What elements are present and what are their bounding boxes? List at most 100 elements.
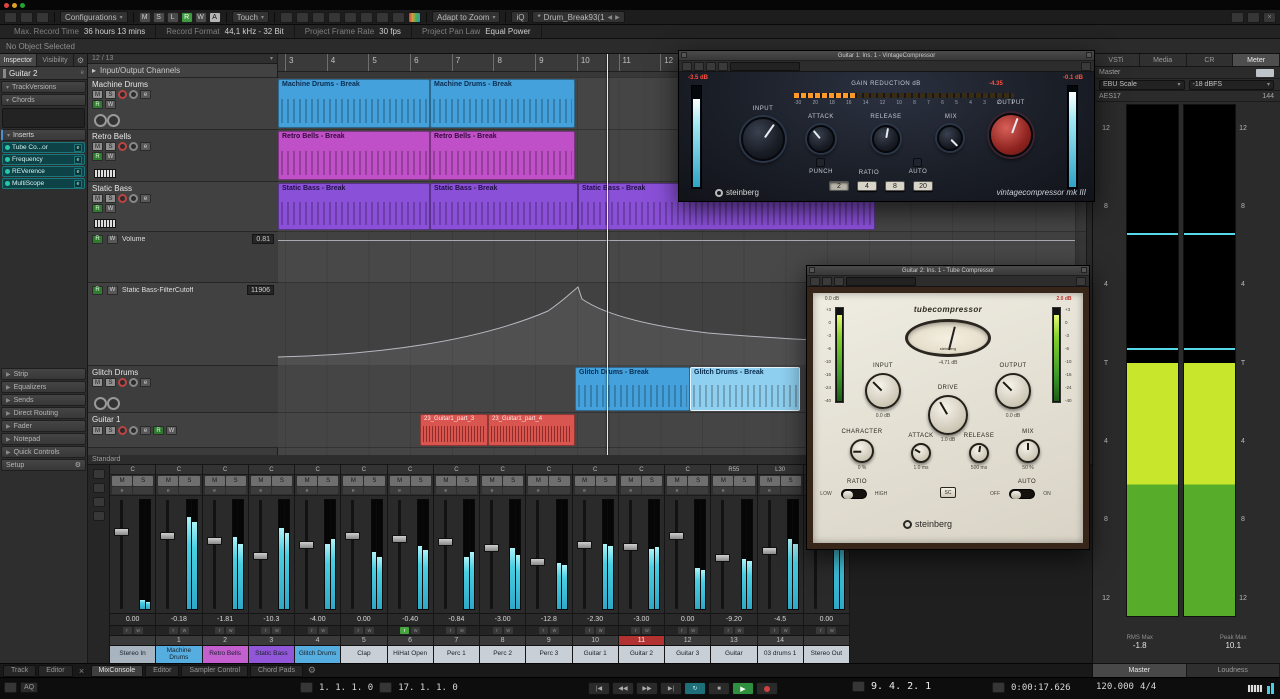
solo-button[interactable]: S xyxy=(271,476,292,486)
insert-edit-icon[interactable]: e xyxy=(74,143,82,152)
channel-level-value[interactable]: -3.00 xyxy=(618,613,664,625)
insert-power-icon[interactable] xyxy=(5,181,10,186)
read-automation-button[interactable]: R xyxy=(92,285,103,295)
channel-option-button[interactable] xyxy=(456,487,477,494)
mixer-channel-strip[interactable]: C M S e -0.84 r w 7 Perc 1 xyxy=(433,465,480,663)
midi-clip[interactable]: Retro Bells - Break xyxy=(430,131,575,180)
preset-slot[interactable] xyxy=(846,276,916,286)
edit-channel-button[interactable]: e xyxy=(528,487,549,494)
undo-icon[interactable] xyxy=(20,11,33,23)
solo-button[interactable]: S xyxy=(456,476,477,486)
channel-option-button[interactable] xyxy=(734,487,755,494)
edit-channel-button[interactable]: e xyxy=(204,487,225,494)
workspace-grid-icon[interactable] xyxy=(1247,11,1260,23)
insert-power-icon[interactable] xyxy=(5,157,10,162)
automation-row-filtercutoff[interactable]: R W Static Bass-FilterCutoff 11906 xyxy=(88,283,278,366)
write-automation-button[interactable]: W xyxy=(105,100,116,109)
mute-button[interactable]: M xyxy=(112,476,133,486)
mute-button[interactable]: M xyxy=(250,476,271,486)
redo-icon[interactable] xyxy=(36,11,49,23)
channel-level-value[interactable]: -0.18 xyxy=(156,613,202,625)
state-button[interactable]: R xyxy=(180,11,193,23)
write-automation-button[interactable]: w xyxy=(179,627,189,634)
write-automation-button[interactable]: w xyxy=(318,627,328,634)
object-selection-tool-icon[interactable] xyxy=(279,11,293,23)
color-menu-icon[interactable] xyxy=(407,11,421,23)
ratio-button[interactable]: 4 xyxy=(857,181,877,191)
input-knob[interactable] xyxy=(741,117,785,161)
fader-handle[interactable] xyxy=(391,534,407,543)
channel-name[interactable]: Stereo Out xyxy=(803,645,849,663)
audio-clip[interactable]: 23_Guitar1_part_3 xyxy=(420,414,488,446)
tab-inspector[interactable]: Inspector xyxy=(0,54,37,66)
read-automation-button[interactable]: r xyxy=(122,627,132,634)
inspector-section[interactable]: ▶ Sends xyxy=(1,394,86,406)
channel-option-button[interactable] xyxy=(410,487,431,494)
pan-control[interactable]: C xyxy=(248,465,294,475)
solo-button[interactable]: S xyxy=(105,426,116,435)
channel-level-value[interactable]: -4.00 xyxy=(295,613,341,625)
pan-control[interactable]: C xyxy=(387,465,433,475)
input-knob[interactable] xyxy=(865,373,901,409)
mute-button[interactable]: M xyxy=(343,476,364,486)
midi-clip[interactable]: Retro Bells - Break xyxy=(278,131,430,180)
selected-track-row[interactable]: Guitar 2 e xyxy=(0,67,87,80)
vintagecompressor-window[interactable]: Guitar 1: Ins. 1 - VintageCompressor -3.… xyxy=(678,50,1095,202)
solo-button[interactable]: S xyxy=(105,194,116,203)
channel-level-value[interactable]: -3.00 xyxy=(480,613,526,625)
mixer-channel-strip[interactable]: C M S e -2.30 r w 10 Guitar 1 xyxy=(572,465,619,663)
channel-name[interactable]: Guitar 1 xyxy=(572,645,618,663)
write-automation-button[interactable]: w xyxy=(642,627,652,634)
track-row-glitch-drums[interactable]: Glitch Drums M S e xyxy=(88,366,278,413)
inspector-section[interactable]: ▶ Fader xyxy=(1,420,86,432)
channel-option-button[interactable] xyxy=(780,487,801,494)
mixer-channel-strip[interactable]: C M S e 0.00 r w S xyxy=(110,465,157,663)
ratio-button[interactable]: 2 xyxy=(829,181,849,191)
pan-control[interactable]: C xyxy=(156,465,202,475)
punch-in-icon[interactable] xyxy=(300,682,313,693)
mixer-channel-strip[interactable]: C M S e -10.3 r w 3 Static Bass xyxy=(248,465,295,663)
insert-edit-icon[interactable]: e xyxy=(74,179,82,188)
mute-button[interactable]: M xyxy=(158,476,179,486)
edit-channel-button[interactable]: e xyxy=(140,426,151,435)
write-automation-button[interactable]: W xyxy=(107,234,118,244)
edit-channel-button[interactable]: e xyxy=(250,487,271,494)
write-automation-button[interactable]: w xyxy=(688,627,698,634)
inspector-section[interactable]: ▶ Quick Controls xyxy=(1,446,86,458)
solo-button[interactable]: S xyxy=(503,476,524,486)
automation-row-volume[interactable]: R W Volume 0.81 xyxy=(88,232,278,283)
plugin-settings-icon[interactable] xyxy=(1076,276,1086,286)
mute-button[interactable]: M xyxy=(92,426,103,435)
record-arm-button[interactable] xyxy=(118,90,127,99)
write-automation-button[interactable]: W xyxy=(166,426,177,435)
edit-channel-button[interactable]: e xyxy=(389,487,410,494)
channel-level-value[interactable]: 0.00 xyxy=(110,613,156,625)
mixer-channel-strip[interactable]: C M S e -3.00 r w 8 Perc 2 xyxy=(480,465,527,663)
punch-out-icon[interactable] xyxy=(379,682,393,693)
channel-level-value[interactable]: -10.3 xyxy=(248,613,294,625)
plugin-menu-icon[interactable] xyxy=(1081,267,1087,273)
write-icon[interactable] xyxy=(706,61,716,71)
monitor-button[interactable] xyxy=(129,426,138,435)
position-display[interactable]: 9. 4. 2. 1 xyxy=(871,681,931,692)
mute-button[interactable]: M xyxy=(713,476,734,486)
state-button[interactable]: L xyxy=(166,11,179,23)
playhead-cursor[interactable] xyxy=(607,54,608,455)
pan-control[interactable]: C xyxy=(202,465,248,475)
plugin-menu-icon[interactable] xyxy=(1086,52,1092,58)
edit-channel-button[interactable]: e xyxy=(482,487,503,494)
stop-button[interactable]: ■ xyxy=(708,682,730,695)
solo-button[interactable]: S xyxy=(179,476,200,486)
record-arm-button[interactable] xyxy=(118,142,127,151)
read-automation-button[interactable]: r xyxy=(723,627,733,634)
insert-slot[interactable]: Tube Co...or e xyxy=(2,142,85,153)
channel-level-value[interactable]: 0.00 xyxy=(341,613,387,625)
channel-name[interactable]: Clap xyxy=(341,645,387,663)
monitor-button[interactable] xyxy=(129,194,138,203)
insert-slot[interactable]: REVerence e xyxy=(2,166,85,177)
attack-knob[interactable] xyxy=(911,443,931,463)
chevron-right-icon[interactable]: ▶ xyxy=(615,14,620,21)
read-automation-button[interactable]: R xyxy=(92,100,103,109)
record-arm-button[interactable] xyxy=(118,378,127,387)
channel-option-button[interactable] xyxy=(688,487,709,494)
